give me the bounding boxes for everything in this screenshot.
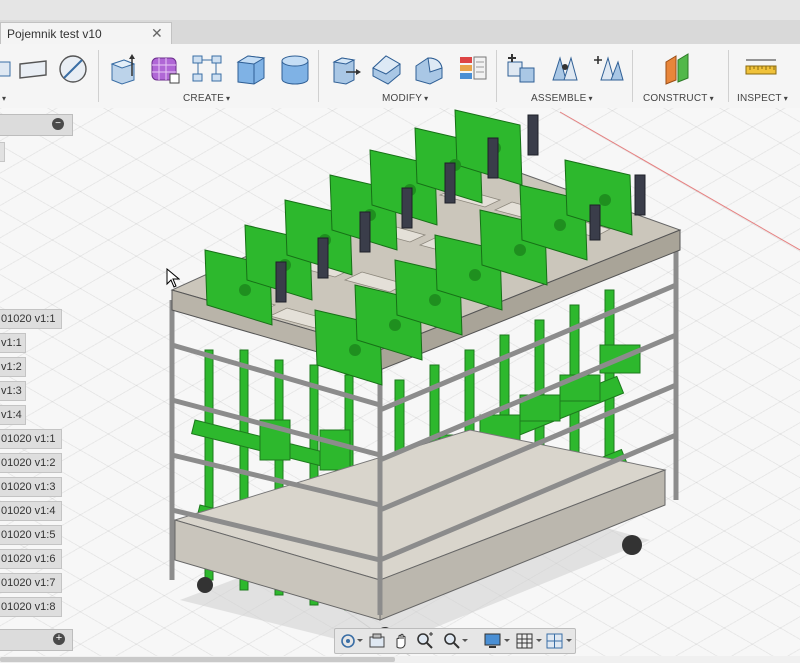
document-tab[interactable]: Pojemnik test v10 ✕	[0, 22, 172, 45]
offset-plane-icon[interactable]	[660, 52, 694, 86]
toolbar-separator	[632, 50, 633, 102]
viewports-icon[interactable]	[545, 631, 575, 651]
modify-menu[interactable]: MODIFY ▾	[382, 93, 428, 104]
extrude-icon[interactable]	[106, 52, 140, 86]
scrollbar-thumb[interactable]	[0, 657, 395, 662]
toolbar-separator	[496, 50, 497, 102]
circle-sketch-icon[interactable]	[56, 52, 90, 86]
grid-settings-icon[interactable]	[515, 631, 545, 651]
browser-component-item[interactable]: 01020 v1:1	[0, 429, 62, 449]
pipe-pattern-icon[interactable]	[190, 52, 224, 86]
title-bar	[0, 0, 800, 21]
form-icon[interactable]	[148, 52, 182, 86]
browser-component-item[interactable]: 01020 v1:7	[0, 573, 62, 593]
browser-component-item[interactable]: v1:2	[0, 357, 26, 377]
appearance-icon[interactable]	[456, 52, 490, 86]
browser-component-item[interactable]: v1:4	[0, 405, 26, 425]
ribbon-toolbar: ▾ CREATE ▾ MODIFY ▾ ASSEMBLE ▾ CONSTRUCT…	[0, 44, 800, 109]
press-pull-icon[interactable]	[328, 52, 362, 86]
document-tab-title: Pojemnik test v10	[7, 27, 102, 41]
as-built-joint-icon[interactable]	[592, 52, 626, 86]
browser-component-item[interactable]: 01020 v1:5	[0, 525, 62, 545]
browser-component-item[interactable]: v1:1	[0, 333, 26, 353]
browser-component-item[interactable]: 01020 v1:2	[0, 453, 62, 473]
browser-component-item[interactable]: 01020 v1:8	[0, 597, 62, 617]
navigation-bar	[334, 628, 576, 654]
toolbar-separator	[728, 50, 729, 102]
comments-panel-bar[interactable]: +	[0, 629, 73, 651]
toolbar-separator	[98, 50, 99, 102]
orbit-icon[interactable]	[339, 631, 363, 651]
box-icon[interactable]	[234, 52, 268, 86]
display-settings-icon[interactable]	[483, 631, 513, 651]
cylinder-icon[interactable]	[278, 52, 312, 86]
browser-component-item[interactable]: v1:3	[0, 381, 26, 401]
browser-component-item[interactable]: 01020 v1:4	[0, 501, 62, 521]
assemble-menu[interactable]: ASSEMBLE ▾	[531, 93, 593, 104]
browser-tree-stub	[0, 142, 5, 162]
fillet-icon[interactable]	[370, 52, 404, 86]
add-comment-icon[interactable]: +	[53, 633, 65, 645]
measure-icon[interactable]	[744, 52, 778, 86]
browser-component-item[interactable]: 01020 v1:3	[0, 477, 62, 497]
browser-panel-header[interactable]: −	[0, 114, 73, 136]
toolbar-separator	[318, 50, 319, 102]
fit-zoom-icon[interactable]	[441, 631, 471, 651]
cart-model-render[interactable]	[0, 108, 800, 663]
new-component-icon[interactable]	[504, 52, 538, 86]
joint-icon[interactable]	[548, 52, 582, 86]
zoom-icon[interactable]	[415, 631, 435, 651]
pan-icon[interactable]	[391, 631, 411, 651]
look-at-icon[interactable]	[367, 631, 387, 651]
collapse-icon[interactable]: −	[52, 118, 64, 130]
chamfer-icon[interactable]	[412, 52, 446, 86]
browser-component-item[interactable]: 01020 v1:6	[0, 549, 62, 569]
create-menu[interactable]: CREATE ▾	[183, 93, 230, 104]
mouse-cursor-icon	[166, 267, 181, 293]
rectangle-sketch-icon[interactable]	[16, 52, 50, 86]
construct-menu[interactable]: CONSTRUCT ▾	[643, 93, 714, 104]
browser-component-item[interactable]: 01020 v1:1	[0, 309, 62, 329]
canvas-viewport[interactable]	[0, 108, 800, 663]
inspect-menu[interactable]: INSPECT ▾	[737, 93, 788, 104]
close-icon[interactable]: ✕	[151, 25, 163, 42]
sketch-menu-caret[interactable]: ▾	[0, 93, 6, 104]
